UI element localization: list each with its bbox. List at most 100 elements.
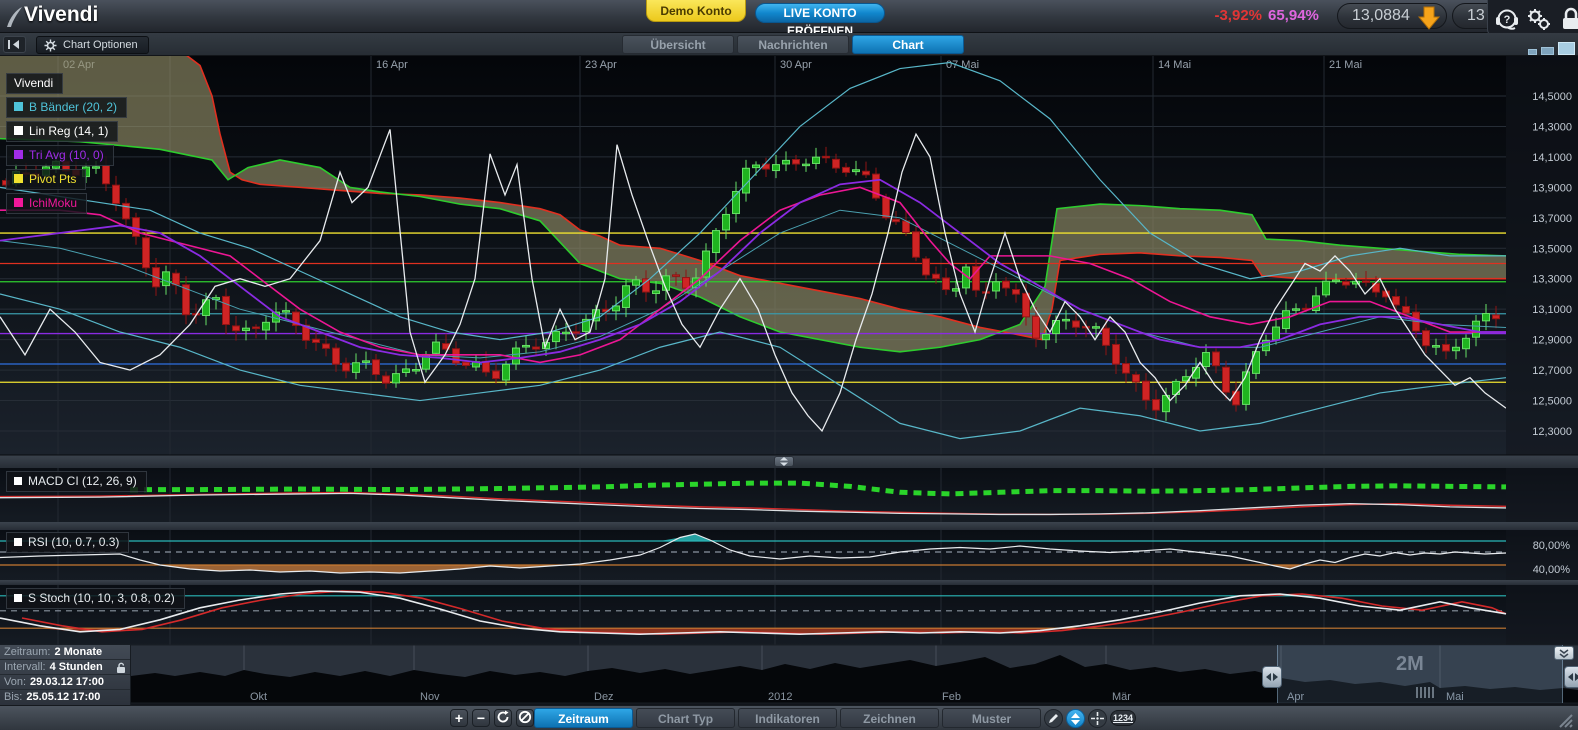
zoom-in-button[interactable]: + [450, 709, 468, 727]
legend-item-4[interactable]: IchiMoku [6, 193, 87, 214]
intervall-row: Intervall: 4 Stunden [0, 660, 130, 675]
selection-grip[interactable] [1416, 687, 1434, 698]
legend-swatch-icon [14, 174, 23, 183]
y-axis-tick: 14,3000 [1532, 121, 1572, 133]
sell-price-button[interactable]: 13,0884 [1337, 3, 1447, 29]
navigator-month-label: Okt [250, 691, 267, 703]
y-axis-tick: 12,7000 [1532, 365, 1572, 377]
macd-legend[interactable]: MACD CI (12, 26, 9) [6, 471, 147, 492]
x-axis-date-label: 14 Mai [1158, 59, 1191, 71]
collapse-sidebar-button[interactable] [3, 36, 26, 53]
muster-button[interactable]: Muster [942, 708, 1041, 728]
cancel-icon [518, 710, 532, 724]
x-axis-date-label: 07 Mai [946, 59, 979, 71]
stoch-legend[interactable]: S Stoch (10, 10, 3, 0.8, 0.2) [6, 588, 185, 609]
view-tabs: Übersicht Nachrichten Chart [622, 35, 964, 54]
trading-app-window: 14,500014,300014,100013,900013,700013,50… [0, 0, 1578, 730]
range-percent: 65,94% [1268, 7, 1330, 24]
tab-chart[interactable]: Chart [852, 35, 964, 54]
tab-nachrichten[interactable]: Nachrichten [737, 35, 849, 54]
legend-item-0[interactable]: B Bänder (20, 2) [6, 97, 127, 118]
y-axis-tick: 12,5000 [1532, 396, 1572, 408]
crosshair-button[interactable] [1088, 709, 1107, 728]
bottom-toolbar: + − Zeitraum Chart Typ Indikatoren Zeich… [0, 705, 1578, 730]
zeitraum-row: Zeitraum: 2 Monate [0, 645, 130, 660]
bis-value: 25.05.12 17:00 [26, 691, 100, 703]
legend-item-1[interactable]: Lin Reg (14, 1) [6, 121, 118, 142]
rsi-swatch [14, 538, 22, 546]
legend-swatch-icon [14, 126, 23, 135]
navigator-month-label: Mär [1112, 691, 1131, 703]
demo-account-button[interactable]: Demo Konto [646, 0, 746, 22]
zeichnen-button[interactable]: Zeichnen [840, 708, 939, 728]
svg-text:?: ? [1504, 14, 1511, 26]
macd-legend-label: MACD CI (12, 26, 9) [28, 474, 137, 488]
x-axis-date-label: 16 Apr [376, 59, 408, 71]
legend-item-2[interactable]: Tri Avg (10, 0) [6, 145, 114, 166]
window-resize-grip[interactable] [1552, 711, 1576, 729]
chart-options-button[interactable]: Chart Optionen [36, 36, 149, 54]
settings-gears-icon[interactable] [1525, 5, 1553, 33]
stoch-legend-label: S Stoch (10, 10, 3, 0.8, 0.2) [28, 591, 175, 605]
navigator-left-handle[interactable] [1262, 666, 1282, 688]
large-window-icon[interactable] [1558, 42, 1575, 55]
zeitraum-label: Zeitraum: [4, 646, 50, 658]
instrument-title: Vivendi [24, 3, 98, 27]
intervall-value: 4 Stunden [50, 661, 103, 673]
sub-toolbar: Chart Optionen Übersicht Nachrichten Cha… [0, 33, 1578, 56]
draw-pencil-button[interactable] [1044, 709, 1063, 728]
legend-swatch-icon [14, 150, 23, 159]
refresh-button[interactable] [494, 709, 512, 727]
legend-instrument[interactable]: Vivendi [6, 73, 63, 94]
price-chart-canvas[interactable]: 14,500014,300014,100013,900013,700013,50… [0, 0, 1578, 730]
navigator-right-handle[interactable] [1564, 666, 1578, 688]
y-axis-tick: 14,5000 [1532, 91, 1572, 103]
rsi-legend[interactable]: RSI (10, 0.7, 0.3) [6, 532, 129, 553]
lock-icon[interactable] [1557, 5, 1578, 33]
navigator-selection-window[interactable]: 2M [1277, 645, 1563, 703]
header-bar: Vivendi Demo Konto LIVE KONTO ERÖFFNEN -… [0, 0, 1578, 33]
chart-options-label: Chart Optionen [63, 39, 138, 51]
zeitraum-value: 2 Monate [54, 646, 102, 658]
y-axis-tick: 12,9000 [1532, 335, 1572, 347]
rsi-legend-label: RSI (10, 0.7, 0.3) [28, 535, 119, 549]
y-axis-tick: 14,1000 [1532, 152, 1572, 164]
zeitraum-button[interactable]: Zeitraum [534, 708, 633, 728]
medium-window-icon[interactable] [1541, 47, 1554, 55]
panel-resize-handle[interactable] [774, 456, 794, 467]
macd-swatch [14, 477, 22, 485]
buy-price: 13 [1467, 7, 1485, 24]
zoom-out-button[interactable]: − [472, 709, 490, 727]
navigator-collapse-button[interactable] [1554, 646, 1574, 660]
chart-typ-button[interactable]: Chart Typ [636, 708, 735, 728]
change-percent: -3,92% [1196, 7, 1262, 24]
legend-item-label: IchiMoku [29, 196, 77, 210]
scale-toggle-button[interactable] [1066, 709, 1085, 728]
numbers-display-button[interactable]: 1234 [1110, 710, 1136, 726]
tab-uebersicht[interactable]: Übersicht [622, 35, 734, 54]
indikatoren-button[interactable]: Indikatoren [738, 708, 837, 728]
y-axis-tick: 13,9000 [1532, 182, 1572, 194]
bis-row: Bis:25.05.12 17:00 [0, 690, 130, 705]
instrument-icon [4, 5, 24, 29]
y-axis-tick: 12,3000 [1532, 426, 1572, 438]
clear-button[interactable] [516, 709, 534, 727]
intervall-label: Intervall: [4, 661, 46, 673]
navigator-month-label: 2012 [768, 691, 792, 703]
rsi-axis-label: 80,00% [1533, 540, 1571, 552]
refresh-icon [496, 710, 510, 724]
navigator-month-label: Dez [594, 691, 614, 703]
small-window-icon[interactable] [1528, 49, 1537, 55]
window-size-switcher [1528, 42, 1575, 55]
crosshair-icon [1091, 712, 1104, 725]
navigator-month-label: Feb [942, 691, 961, 703]
arrow-down-icon [1416, 5, 1442, 31]
y-axis-tick: 13,5000 [1532, 243, 1572, 255]
legend-item-label: B Bänder (20, 2) [29, 100, 117, 114]
support-headset-icon[interactable]: ? [1493, 5, 1521, 33]
interval-lock-icon[interactable] [116, 662, 126, 674]
up-down-arrows-icon [1071, 713, 1080, 725]
legend-item-3[interactable]: Pivot Pts [6, 169, 86, 190]
rsi-axis-label: 40,00% [1533, 564, 1571, 576]
open-live-account-button[interactable]: LIVE KONTO ERÖFFNEN [755, 3, 885, 23]
